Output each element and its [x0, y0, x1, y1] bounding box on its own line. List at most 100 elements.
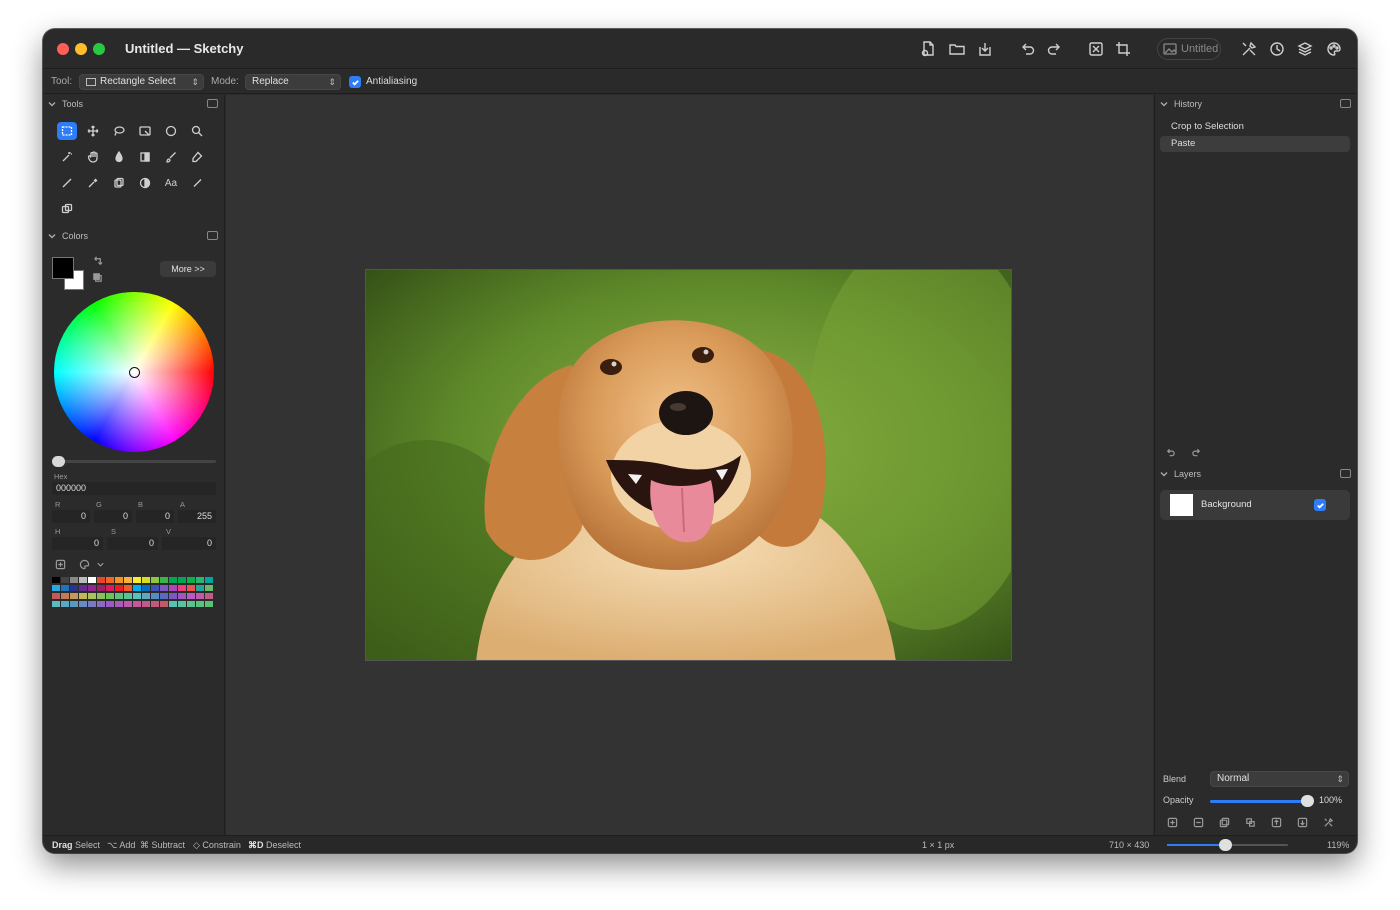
brightness-slider[interactable]	[54, 460, 216, 463]
duplicate-layer-icon[interactable]	[1216, 815, 1232, 829]
color-swatch[interactable]	[205, 601, 213, 607]
color-swatch[interactable]	[169, 593, 177, 599]
mode-select[interactable]: Replace ⇕	[245, 74, 341, 90]
red-input[interactable]: 0	[52, 510, 90, 523]
color-swatch[interactable]	[115, 585, 123, 591]
layers-section-header[interactable]: Layers	[1155, 467, 1357, 483]
layer-tools-icon[interactable]	[1320, 815, 1336, 829]
saturation-input[interactable]: 0	[107, 537, 158, 550]
minimize-window-button[interactable]	[75, 43, 87, 55]
alpha-input[interactable]: 255	[178, 510, 216, 523]
text-tool[interactable]: Aa	[161, 174, 181, 192]
color-swatch[interactable]	[115, 601, 123, 607]
color-swatch[interactable]	[124, 593, 132, 599]
color-swatch[interactable]	[151, 601, 159, 607]
chevron-down-icon[interactable]	[92, 557, 108, 571]
layers-icon[interactable]	[1294, 39, 1316, 59]
clear-selection-icon[interactable]	[1085, 39, 1107, 59]
color-swatch[interactable]	[178, 585, 186, 591]
panel-toggle-icon[interactable]	[1340, 469, 1351, 478]
history-undo-icon[interactable]	[1162, 445, 1178, 459]
color-swatch[interactable]	[196, 593, 204, 599]
color-swatch[interactable]	[124, 601, 132, 607]
color-swatch[interactable]	[178, 593, 186, 599]
color-swatch[interactable]	[106, 585, 114, 591]
add-swatch-icon[interactable]	[52, 557, 68, 571]
new-document-icon[interactable]	[917, 39, 939, 59]
blend-mode-select[interactable]: Normal ⇕	[1210, 771, 1349, 787]
color-swatch[interactable]	[106, 601, 114, 607]
color-swatch[interactable]	[61, 577, 69, 583]
color-swatch[interactable]	[88, 593, 96, 599]
move-tool[interactable]	[83, 122, 103, 140]
move-layer-down-icon[interactable]	[1294, 815, 1310, 829]
history-section-header[interactable]: History	[1155, 97, 1357, 113]
color-swatch[interactable]	[142, 593, 150, 599]
eyedropper-tool[interactable]	[83, 174, 103, 192]
color-swatch[interactable]	[124, 577, 132, 583]
color-swatch[interactable]	[205, 593, 213, 599]
color-swatch[interactable]	[97, 577, 105, 583]
tools-icon[interactable]	[1238, 39, 1260, 59]
color-swatch[interactable]	[106, 593, 114, 599]
color-swatch[interactable]	[133, 601, 141, 607]
canvas-image[interactable]	[365, 269, 1012, 661]
green-input[interactable]: 0	[94, 510, 132, 523]
colors-section-header[interactable]: Colors	[43, 229, 225, 245]
swap-colors-icon[interactable]	[89, 254, 105, 268]
color-swatch[interactable]	[79, 577, 87, 583]
canvas-area[interactable]	[226, 95, 1153, 835]
panel-toggle-icon[interactable]	[1340, 99, 1351, 108]
color-swatch[interactable]	[142, 577, 150, 583]
palette-icon[interactable]	[1323, 39, 1345, 59]
color-swatch[interactable]	[61, 593, 69, 599]
color-swatch[interactable]	[70, 601, 78, 607]
color-swatch[interactable]	[115, 577, 123, 583]
color-swatch[interactable]	[79, 601, 87, 607]
color-swatch[interactable]	[151, 585, 159, 591]
color-swatch[interactable]	[52, 585, 60, 591]
color-swatch[interactable]	[196, 585, 204, 591]
color-swatch[interactable]	[52, 601, 60, 607]
color-swatch[interactable]	[151, 577, 159, 583]
magic-select-tool[interactable]	[135, 122, 155, 140]
color-swatch[interactable]	[88, 585, 96, 591]
color-swatch[interactable]	[196, 577, 204, 583]
undo-icon[interactable]	[1017, 39, 1039, 59]
opacity-slider-track[interactable]	[1210, 800, 1310, 803]
color-swatch[interactable]	[187, 585, 195, 591]
color-swatch[interactable]	[70, 585, 78, 591]
color-swatch[interactable]	[160, 593, 168, 599]
save-download-icon[interactable]	[974, 39, 996, 59]
crop-icon[interactable]	[1112, 39, 1134, 59]
color-swatch[interactable]	[160, 601, 168, 607]
color-swatch[interactable]	[160, 577, 168, 583]
color-swatch[interactable]	[133, 585, 141, 591]
pencil-tool[interactable]	[187, 174, 207, 192]
color-swatch[interactable]	[151, 593, 159, 599]
panel-toggle-icon[interactable]	[207, 231, 218, 240]
color-swatch[interactable]	[160, 585, 168, 591]
color-swatch[interactable]	[205, 577, 213, 583]
magic-wand-tool[interactable]	[57, 148, 77, 166]
color-swatch[interactable]	[70, 577, 78, 583]
brightness-slider-knob[interactable]	[52, 456, 65, 467]
color-swatch[interactable]	[187, 601, 195, 607]
color-wheel-picker[interactable]	[129, 367, 140, 378]
color-swatch[interactable]	[61, 601, 69, 607]
color-swatch[interactable]	[124, 585, 132, 591]
history-redo-icon[interactable]	[1188, 445, 1204, 459]
color-swatch[interactable]	[133, 577, 141, 583]
panel-toggle-icon[interactable]	[207, 99, 218, 108]
color-swatch[interactable]	[205, 585, 213, 591]
color-swatch[interactable]	[70, 593, 78, 599]
color-swatch[interactable]	[142, 585, 150, 591]
add-layer-icon[interactable]	[1164, 815, 1180, 829]
color-swatch[interactable]	[169, 577, 177, 583]
color-swatch[interactable]	[52, 593, 60, 599]
line-tool[interactable]	[57, 174, 77, 192]
layer-visibility-checkbox[interactable]	[1314, 499, 1326, 511]
palette-menu-icon[interactable]	[76, 557, 92, 571]
document-badge[interactable]: Untitled	[1157, 38, 1221, 60]
color-swatch[interactable]	[79, 585, 87, 591]
